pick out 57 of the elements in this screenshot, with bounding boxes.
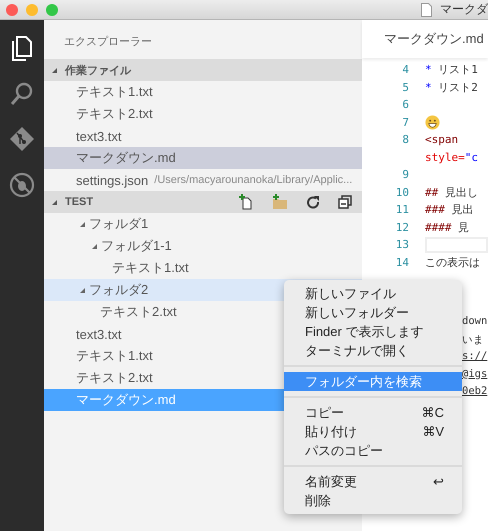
line-number: 12 [394, 220, 409, 234]
code-fragment: いま [462, 334, 484, 346]
section-title: 作業ファイル [65, 64, 131, 78]
line-number: 14 [394, 256, 409, 269]
code-fragment: down [462, 315, 488, 327]
section-header[interactable]: TEST [44, 191, 362, 213]
code-fragment: @igs [462, 368, 488, 380]
code-line: * リスト1 [425, 62, 478, 78]
editor-tab[interactable]: マークダウン.md [362, 20, 488, 58]
section-header[interactable]: 作業ファイル [44, 59, 362, 81]
code-line: ## 見出し [425, 184, 478, 200]
code-line: style="c [425, 150, 478, 164]
code-line: <span [425, 133, 458, 146]
menu-item[interactable]: 新しいフォルダー [284, 303, 462, 322]
files-icon[interactable] [11, 36, 33, 62]
git-icon[interactable] [9, 126, 35, 152]
window-title: マークダ [440, 1, 488, 18]
refresh-icon[interactable] [306, 195, 320, 209]
collapse-all-icon[interactable] [338, 195, 352, 209]
menu-item[interactable]: Finder で表示します [284, 322, 462, 341]
code-line: この表示は [425, 254, 480, 270]
smiley-icon [425, 114, 440, 130]
line-number: 5 [401, 80, 409, 94]
search-icon[interactable] [10, 82, 34, 106]
close-button[interactable] [6, 4, 18, 16]
line-number: 13 [394, 238, 409, 252]
menu-item[interactable]: 削除 [284, 491, 462, 510]
code-line: * リスト2 [425, 80, 478, 95]
menu-item[interactable]: 名前変更 ↩ [284, 472, 462, 491]
file-item[interactable]: テキスト1.txt [44, 81, 362, 103]
file-item[interactable]: マークダウン.md [44, 147, 362, 169]
tree-item[interactable]: フォルダ1 [44, 213, 362, 235]
new-folder-icon[interactable] [272, 194, 288, 210]
line-number: 7 [401, 116, 409, 129]
tree-item[interactable]: フォルダ1-1 [44, 235, 362, 257]
line-number: 8 [401, 133, 409, 146]
menu-item[interactable]: パスのコピー [284, 441, 462, 460]
menu-item[interactable]: 貼り付け ⌘V [284, 422, 462, 441]
code-fragment: 0eb2 [462, 385, 488, 397]
menu-item[interactable]: ターミナルで開く [284, 341, 462, 360]
document-icon [421, 2, 432, 16]
file-item[interactable]: settings.json /Users/macyarounanoka/Library/Applic... [44, 169, 362, 191]
line-number: 11 [394, 203, 409, 216]
code-line: ### 見出 [425, 202, 474, 218]
file-item[interactable]: テキスト2.txt [44, 103, 362, 125]
line-number: 10 [394, 186, 409, 199]
line-number: 4 [401, 63, 409, 76]
new-file-icon[interactable] [238, 194, 254, 210]
explorer-title: エクスプローラー [63, 34, 153, 50]
debug-icon[interactable] [9, 172, 35, 198]
tree-item[interactable]: テキスト1.txt [44, 257, 362, 279]
section-title: TEST [65, 196, 94, 208]
code-fragment: s:// [462, 350, 488, 362]
code-line: #### 見 [425, 220, 470, 235]
file-item[interactable]: text3.txt [44, 125, 362, 147]
line-number: 6 [401, 98, 409, 112]
line-number: 9 [401, 168, 409, 182]
